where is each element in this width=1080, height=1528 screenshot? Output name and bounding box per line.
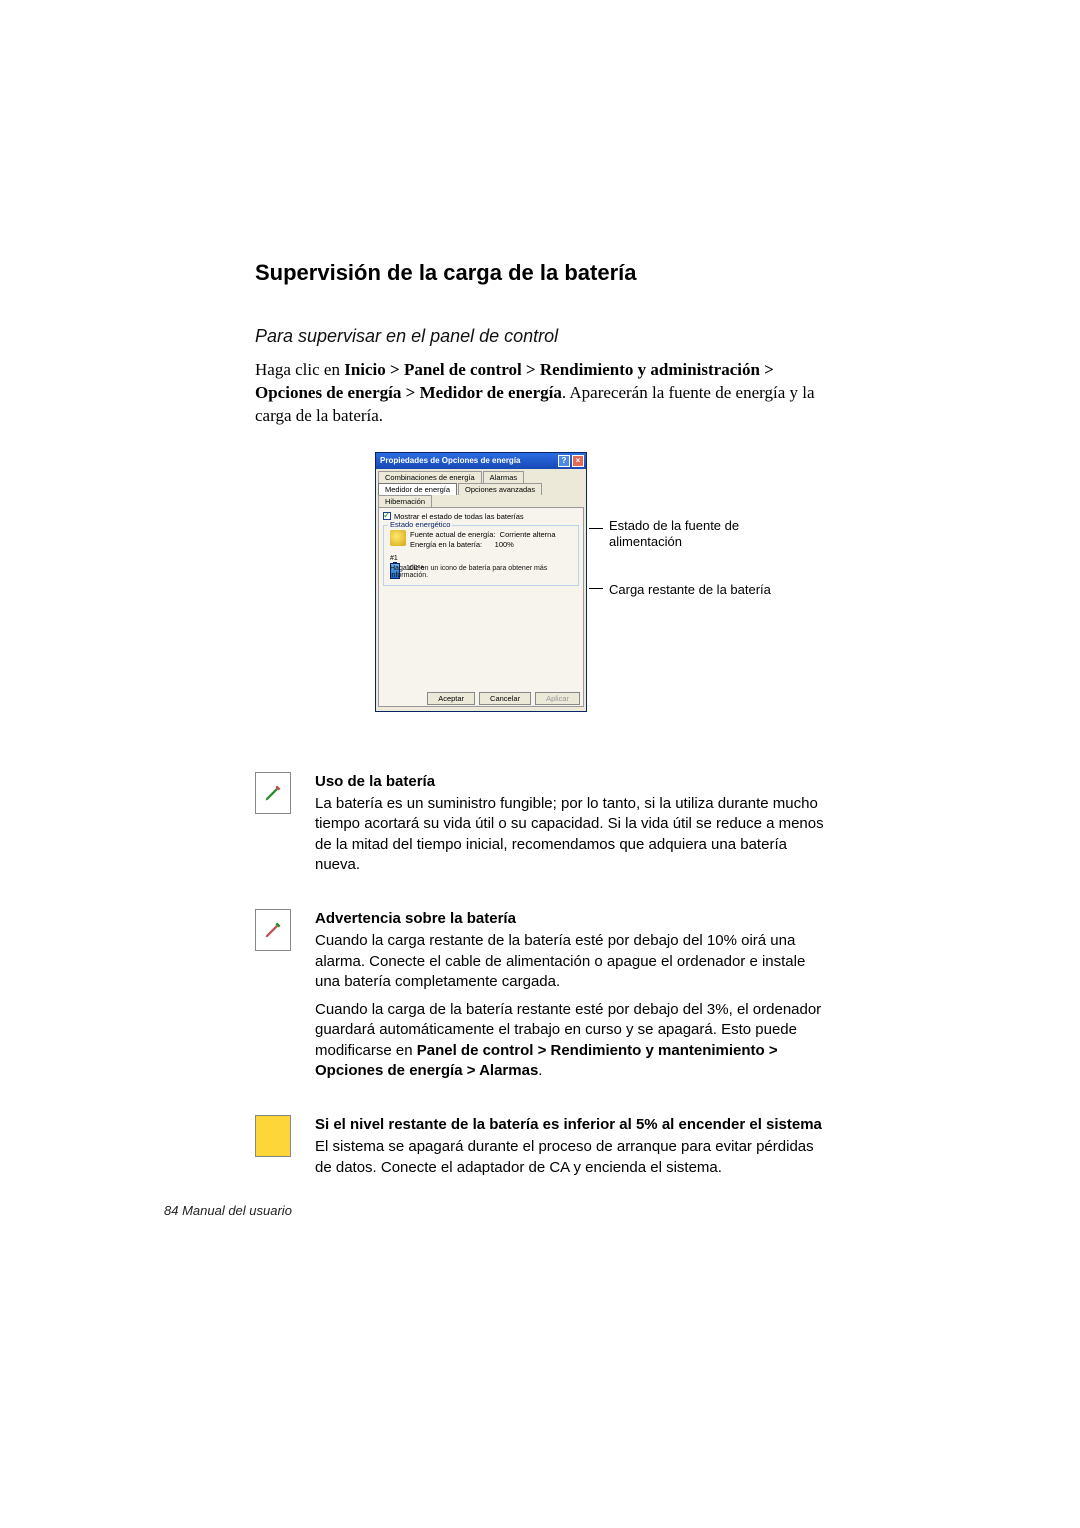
pencil-icon xyxy=(263,920,283,940)
page-footer: 84 Manual del usuario xyxy=(164,1203,292,1218)
note1-body: La batería es un suministro fungible; po… xyxy=(315,794,825,875)
hand-icon xyxy=(262,1122,284,1150)
help-icon[interactable]: ? xyxy=(558,455,570,467)
apply-button: Aplicar xyxy=(535,692,580,705)
note-caution: Si el nivel restante de la batería es in… xyxy=(255,1115,825,1186)
intro-pre: Haga clic en xyxy=(255,360,344,379)
note2-p2: Cuando la carga de la batería restante e… xyxy=(315,1000,825,1081)
callout-power-source: Estado de la fuente de alimentación xyxy=(609,518,809,551)
power-options-dialog: Propiedades de Opciones de energía ? × C… xyxy=(375,452,587,712)
pencil-note-icon xyxy=(255,772,291,814)
manual-page: Supervisión de la carga de la batería Pa… xyxy=(0,0,1080,1528)
dialog-buttons: Aceptar Cancelar Aplicar xyxy=(427,690,584,709)
cancel-button[interactable]: Cancelar xyxy=(479,692,531,705)
note1-title: Uso de la batería xyxy=(315,772,825,792)
dialog-title: Propiedades de Opciones de energía xyxy=(380,456,521,465)
caution-note-icon xyxy=(255,1115,291,1157)
pencil-note-icon xyxy=(255,909,291,951)
pencil-icon xyxy=(263,783,283,803)
battery-energy-label: Energía en la batería: xyxy=(410,540,482,549)
note2-p2-post: . xyxy=(538,1062,542,1079)
plug-icon xyxy=(390,530,406,546)
callout-line-2 xyxy=(589,588,603,589)
dialog-tabs: Combinaciones de energía Alarmas Medidor… xyxy=(376,469,586,507)
power-source-value: Corriente alterna xyxy=(500,530,556,539)
tab-avanzadas[interactable]: Opciones avanzadas xyxy=(458,483,542,495)
close-icon[interactable]: × xyxy=(572,455,584,467)
tab-combinaciones[interactable]: Combinaciones de energía xyxy=(378,471,482,483)
subsection-heading: Para supervisar en el panel de control xyxy=(255,326,825,347)
section-heading: Supervisión de la carga de la batería xyxy=(255,260,825,286)
power-status-group: Estado energético Fuente actual de energ… xyxy=(383,525,579,587)
dialog-hint: Haga clic en un icono de batería para ob… xyxy=(390,565,572,579)
callout-line-1 xyxy=(589,528,603,529)
tab-hibernacion[interactable]: Hibernación xyxy=(378,495,432,507)
note2-p1: Cuando la carga restante de la batería e… xyxy=(315,931,825,992)
note3-title: Si el nivel restante de la batería es in… xyxy=(315,1115,825,1135)
tab-medidor[interactable]: Medidor de energía xyxy=(378,483,457,495)
intro-paragraph: Haga clic en Inicio > Panel de control >… xyxy=(255,359,825,428)
note-battery-use: Uso de la batería La batería es un sumin… xyxy=(255,772,825,883)
power-source-label: Fuente actual de energía: xyxy=(410,530,495,539)
tab-alarmas[interactable]: Alarmas xyxy=(483,471,525,483)
dialog-pane: Mostrar el estado de todas las baterías … xyxy=(378,507,584,707)
group-legend: Estado energético xyxy=(388,520,452,529)
note2-title: Advertencia sobre la batería xyxy=(315,909,825,929)
note-battery-warning: Advertencia sobre la batería Cuando la c… xyxy=(255,909,825,1089)
battery-number: #1 xyxy=(390,555,572,562)
dialog-figure: Propiedades de Opciones de energía ? × C… xyxy=(255,452,825,732)
callout-remaining-charge: Carga restante de la batería xyxy=(609,582,809,598)
callouts: Estado de la fuente de alimentación Carg… xyxy=(589,452,849,712)
dialog-titlebar: Propiedades de Opciones de energía ? × xyxy=(376,453,586,469)
battery-energy-value: 100% xyxy=(495,540,514,549)
note3-body: El sistema se apagará durante el proceso… xyxy=(315,1137,825,1178)
ok-button[interactable]: Aceptar xyxy=(427,692,475,705)
